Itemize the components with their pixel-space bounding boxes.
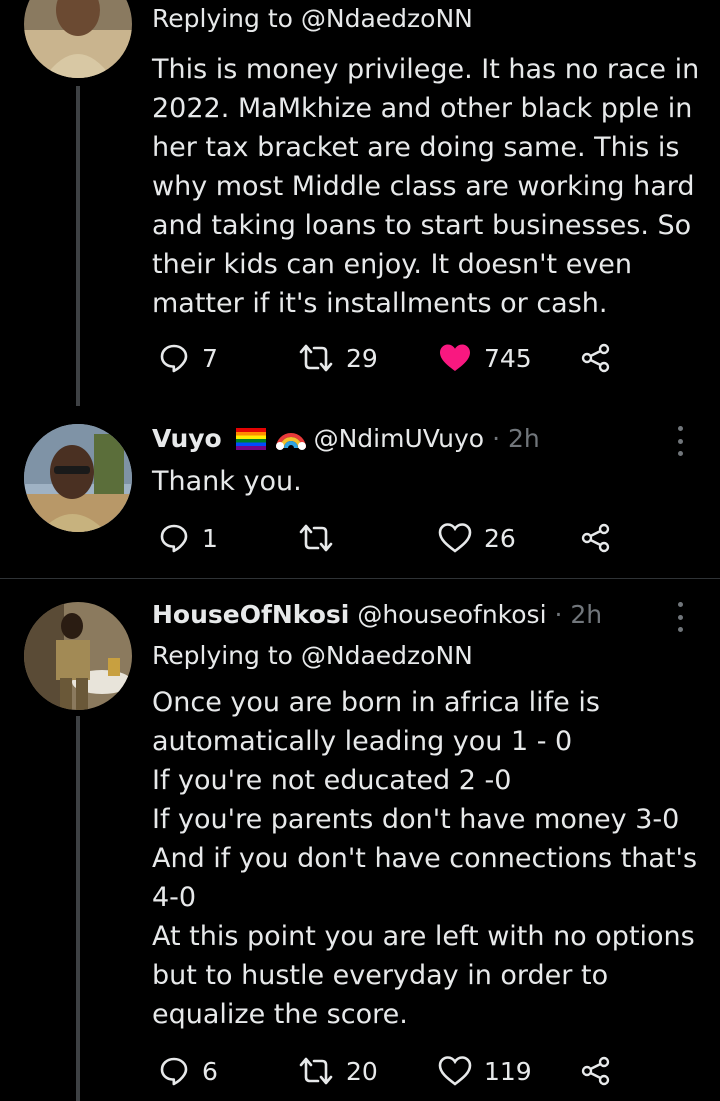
tweet-text: Once you are born in africa life is auto… xyxy=(152,683,702,1034)
retweet-button[interactable]: 20 xyxy=(298,1055,378,1087)
tweet-line: why most Middle class are working hard xyxy=(152,171,695,202)
retweet-icon xyxy=(299,524,333,552)
heart-icon xyxy=(438,1056,472,1086)
reply-count: 6 xyxy=(202,1056,218,1086)
user-handle[interactable]: @NdimUVuyo xyxy=(314,424,485,453)
tweet-line: And if you don't have connections that's xyxy=(152,843,698,874)
tweet-line: equalize the score. xyxy=(152,999,408,1030)
tweet-line: automatically leading you 1 - 0 xyxy=(152,726,573,757)
more-options-icon[interactable] xyxy=(670,426,690,456)
reply-icon xyxy=(160,1057,188,1086)
like-button[interactable]: 26 xyxy=(438,522,516,554)
avatar[interactable] xyxy=(24,602,132,710)
retweet-button[interactable]: 29 xyxy=(298,342,378,374)
tweet-line: Thank you. xyxy=(152,466,302,497)
heart-icon xyxy=(438,523,472,553)
tweet-text: Thank you. xyxy=(152,462,702,501)
display-name[interactable]: Vuyo xyxy=(152,424,222,453)
timestamp[interactable]: · 2h xyxy=(554,600,602,629)
tweet-line: This is money privilege. It has no race … xyxy=(152,54,700,85)
rainbow-icon xyxy=(275,433,306,450)
retweet-button[interactable] xyxy=(298,522,346,554)
tweet-line: If you're parents don't have money 3-0 xyxy=(152,804,680,835)
share-button[interactable] xyxy=(580,522,612,554)
retweet-count: 29 xyxy=(346,343,378,373)
share-icon xyxy=(581,343,610,373)
retweet-icon xyxy=(299,344,333,372)
like-count: 26 xyxy=(484,523,516,553)
reply-button[interactable]: 7 xyxy=(158,342,218,374)
rainbow-flag-icon xyxy=(235,428,266,450)
replying-to[interactable]: Replying to @NdaedzoNN xyxy=(152,4,473,33)
reply-icon xyxy=(160,524,188,553)
avatar[interactable] xyxy=(24,0,132,78)
tweet-line: Once you are born in africa life is xyxy=(152,687,600,718)
tweet-line: 2022. MaMkhize and other black pple in xyxy=(152,93,693,124)
tweet-header: Vuyo @NdimUVuyo · 2h xyxy=(152,424,540,453)
reply-button[interactable]: 1 xyxy=(158,522,218,554)
display-name[interactable]: HouseOfNkosi xyxy=(152,600,349,629)
tweet-line: 4-0 xyxy=(152,882,197,913)
tweet-line: but to hustle everyday in order to xyxy=(152,960,609,991)
more-options-icon[interactable] xyxy=(670,602,690,632)
like-count: 745 xyxy=(484,343,532,373)
reply-count: 7 xyxy=(202,343,218,373)
user-handle[interactable]: @houseofnkosi xyxy=(357,600,546,629)
thread-connector xyxy=(76,716,80,1101)
like-count: 119 xyxy=(484,1056,532,1086)
tweet-text: This is money privilege. It has no race … xyxy=(152,50,702,323)
tweet-line: If you're not educated 2 -0 xyxy=(152,765,512,796)
share-icon xyxy=(581,523,610,553)
tweet-header: HouseOfNkosi @houseofnkosi · 2h xyxy=(152,600,602,629)
share-button[interactable] xyxy=(580,342,612,374)
tweet-line: matter if it's installments or cash. xyxy=(152,288,608,319)
tweet-line: and taking loans to start businesses. So xyxy=(152,210,692,241)
like-button[interactable]: 745 xyxy=(438,342,532,374)
timestamp[interactable]: · 2h xyxy=(492,424,540,453)
reply-button[interactable]: 6 xyxy=(158,1055,218,1087)
reply-icon xyxy=(160,344,188,373)
replying-to[interactable]: Replying to @NdaedzoNN xyxy=(152,641,473,670)
retweet-count: 20 xyxy=(346,1056,378,1086)
thread-connector xyxy=(76,86,80,406)
tweet-line: their kids can enjoy. It doesn't even xyxy=(152,249,633,280)
share-button[interactable] xyxy=(580,1055,612,1087)
tweet-line: her tax bracket are doing same. This is xyxy=(152,132,680,163)
avatar[interactable] xyxy=(24,424,132,532)
heart-filled-icon xyxy=(440,344,470,371)
retweet-icon xyxy=(299,1057,333,1085)
like-button[interactable]: 119 xyxy=(438,1055,532,1087)
tweet-line: At this point you are left with no optio… xyxy=(152,921,695,952)
divider xyxy=(0,578,720,579)
reply-count: 1 xyxy=(202,523,218,553)
share-icon xyxy=(581,1056,610,1086)
